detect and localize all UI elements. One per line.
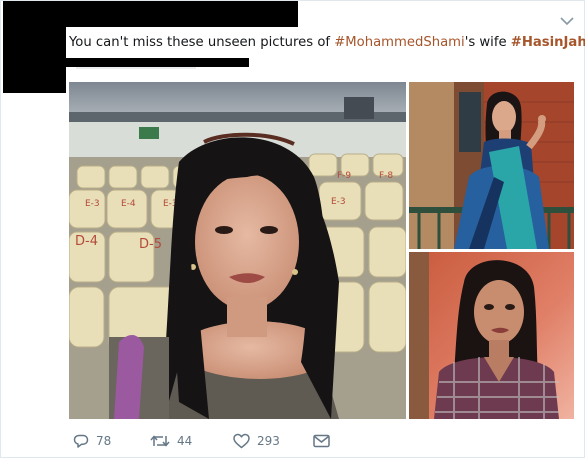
seat-label: D-5 bbox=[139, 237, 162, 252]
redacted-subtext bbox=[66, 58, 249, 67]
photo-blue-sari-image bbox=[409, 82, 574, 249]
tweet-actions: 78 44 293 bbox=[73, 431, 373, 453]
direct-message-button[interactable] bbox=[313, 431, 330, 451]
media-grid: E-3 E-4 E-3 E-3 F-9 F-8 D-4 D-5 bbox=[69, 82, 574, 419]
retweet-button[interactable]: 44 bbox=[150, 431, 192, 451]
like-button[interactable]: 293 bbox=[233, 431, 280, 451]
photo-blue-sari[interactable] bbox=[409, 82, 574, 249]
hashtag-hasinjahan[interactable]: #HasinJahan bbox=[511, 35, 585, 50]
redacted-avatar bbox=[3, 1, 66, 93]
hashtag-mohammedshami[interactable]: #MohammedShami bbox=[334, 35, 464, 50]
retweet-icon bbox=[150, 435, 170, 447]
seat-label: E-3 bbox=[331, 197, 346, 207]
photo-selfie-stadium[interactable]: E-3 E-4 E-3 E-3 F-9 F-8 D-4 D-5 bbox=[69, 82, 406, 419]
seat-label: E-4 bbox=[121, 199, 136, 209]
seat-label: D-4 bbox=[75, 234, 98, 249]
seat-label: F-9 bbox=[337, 171, 351, 181]
seat-label: E-3 bbox=[85, 199, 100, 209]
tweet-text-prefix: You can't miss these unseen pictures of bbox=[69, 35, 335, 50]
tweet-text-middle: 's wife bbox=[464, 35, 511, 50]
seat-label: F-8 bbox=[379, 171, 393, 181]
reply-icon bbox=[73, 434, 89, 448]
photo-selfie-image: E-3 E-4 E-3 E-3 F-9 F-8 D-4 D-5 bbox=[69, 82, 406, 419]
tweet-card: You can't miss these unseen pictures of … bbox=[0, 0, 585, 458]
tweet-text: You can't miss these unseen pictures of … bbox=[69, 34, 585, 52]
like-count: 293 bbox=[257, 434, 280, 448]
photo-plaid-shirt-image bbox=[409, 252, 574, 419]
direct-message-icon bbox=[313, 434, 330, 448]
photo-plaid-shirt[interactable] bbox=[409, 252, 574, 419]
reply-button[interactable]: 78 bbox=[73, 431, 111, 451]
chevron-down-icon[interactable] bbox=[560, 15, 574, 27]
redacted-author-name bbox=[66, 1, 298, 27]
reply-count: 78 bbox=[96, 434, 112, 448]
like-icon bbox=[233, 433, 250, 449]
retweet-count: 44 bbox=[177, 434, 193, 448]
